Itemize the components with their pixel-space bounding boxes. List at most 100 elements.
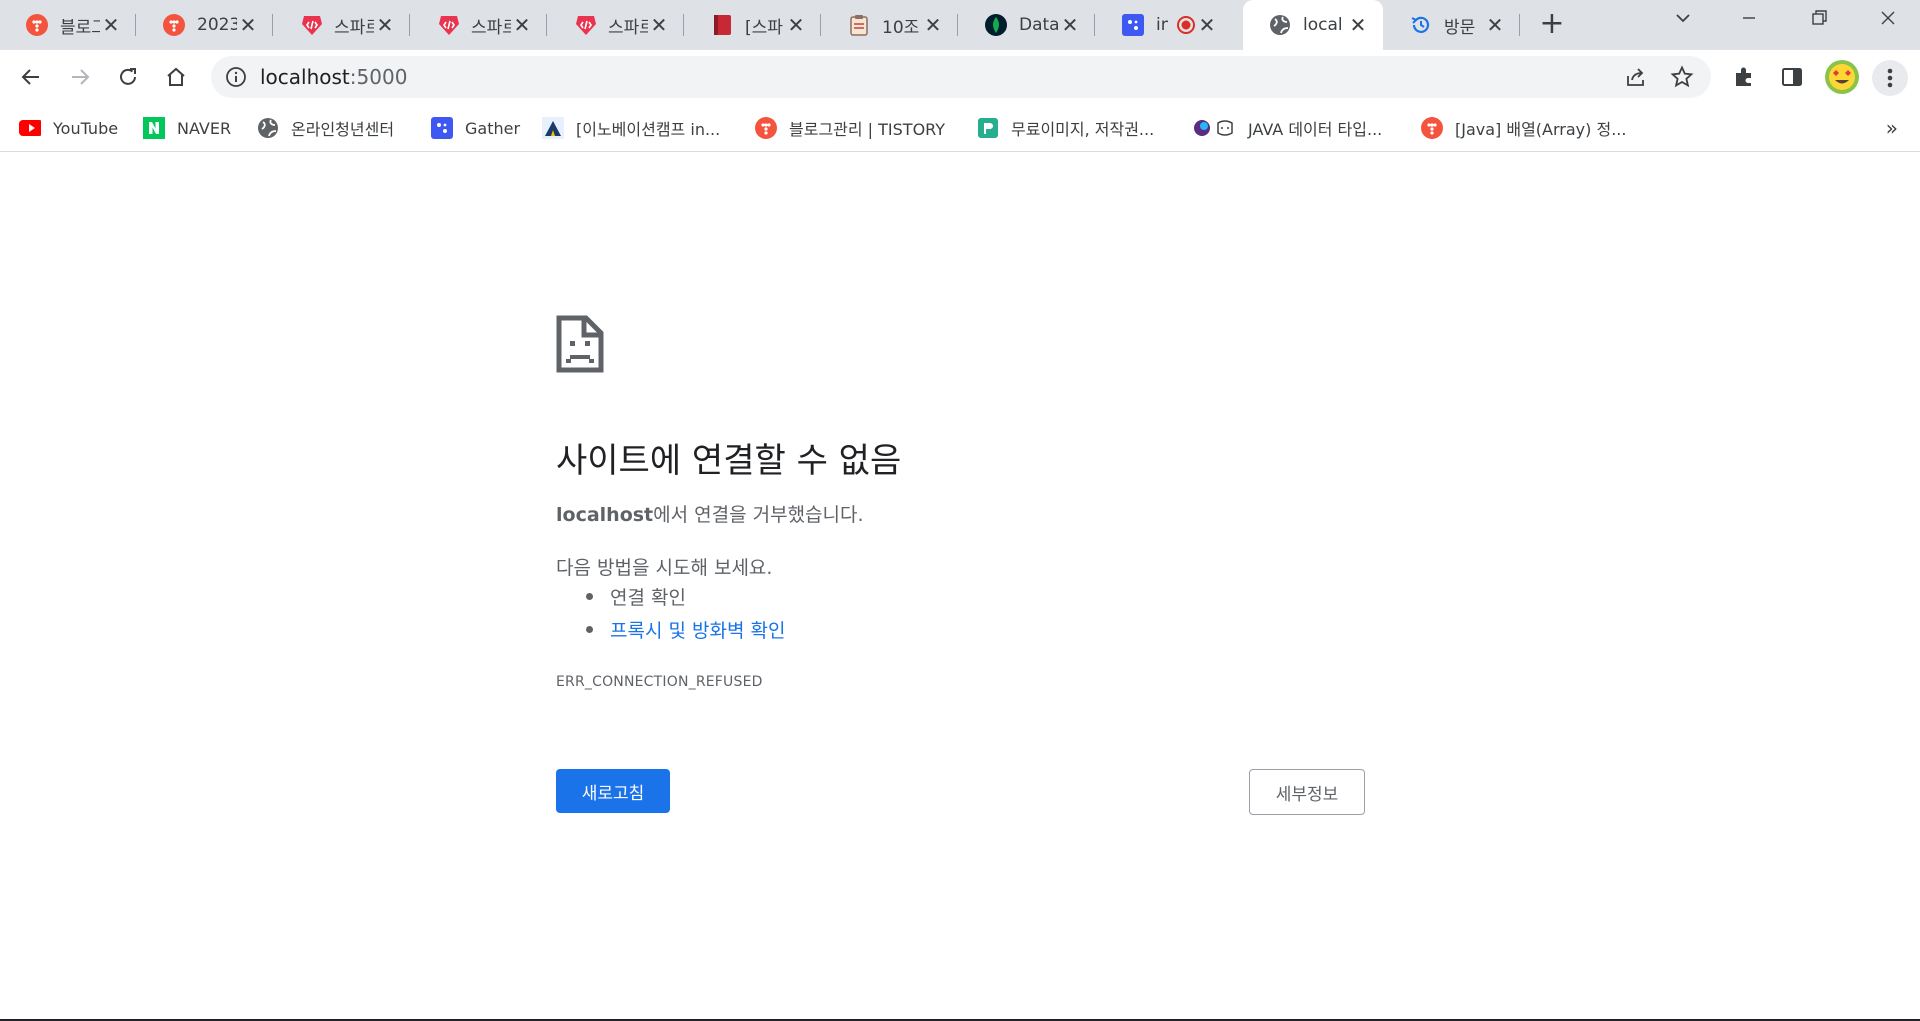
bookmark-innovation-camp[interactable]: [이노베이션캠프 in... [542, 114, 720, 142]
tab-sparta-3[interactable]: 스파르 ✕ [548, 0, 684, 50]
bookmark-label: [Java] 배열(Array) 정... [1455, 120, 1627, 139]
bookmark-youtube[interactable]: YouTube [19, 114, 118, 142]
home-icon[interactable] [159, 60, 193, 94]
close-icon[interactable]: ✕ [100, 14, 122, 36]
forward-icon[interactable] [63, 60, 97, 94]
mongodb-icon [985, 14, 1007, 36]
back-icon[interactable] [14, 60, 48, 94]
sparta-icon [574, 14, 596, 36]
tab-separator [135, 14, 136, 36]
suggestions-list: 연결 확인 프록시 및 방화벽 확인 [580, 583, 785, 649]
close-icon[interactable]: ✕ [1484, 14, 1506, 36]
tab-data[interactable]: Data ✕ [959, 0, 1095, 50]
bookmarks-bar: YouTube NAVER 온라인청년센터 Gather [이노베이션캠프 in… [0, 104, 1920, 152]
tab-localhost[interactable]: localh ✕ [1243, 0, 1383, 50]
close-icon[interactable]: ✕ [1059, 14, 1081, 36]
tab-separator [546, 14, 547, 36]
info-icon[interactable] [225, 66, 247, 88]
bookmark-label: 온라인청년센터 [291, 120, 395, 139]
globe-icon [257, 117, 279, 139]
suggestions-heading: 다음 방법을 시도해 보세요. [556, 557, 773, 579]
address-bar[interactable]: localhost:5000 [211, 56, 1711, 98]
tab-sparta-book[interactable]: [스파 ✕ [685, 0, 821, 50]
menu-icon[interactable] [1872, 60, 1908, 96]
tab-strip: 블로그 ✕ 2023 ✕ 스파르 ✕ 스파르 ✕ 스파르 ✕ [스파 ✕ 10조… [0, 0, 1920, 50]
tistory-icon [26, 14, 48, 36]
close-icon[interactable]: ✕ [1347, 14, 1369, 36]
globe-icon [1269, 14, 1291, 36]
side-panel-icon[interactable] [1775, 60, 1809, 94]
bookmarks-overflow-button[interactable]: » [1886, 116, 1898, 140]
sparta-icon [300, 14, 322, 36]
bookmark-youth-center[interactable]: 온라인청년센터 [257, 114, 394, 142]
tab-title: 10조 [882, 17, 920, 38]
tab-title: [스파 [745, 17, 783, 38]
recording-icon [1176, 15, 1196, 35]
tab-separator [683, 14, 684, 36]
restore-icon[interactable] [1799, 5, 1839, 37]
sparta-icon [437, 14, 459, 36]
tab-sparta-1[interactable]: 스파르 ✕ [274, 0, 410, 50]
close-icon[interactable]: ✕ [374, 14, 396, 36]
clipboard-icon [848, 14, 870, 36]
tab-title: 2023 [197, 15, 237, 35]
tab-separator [820, 14, 821, 36]
camp-icon [542, 117, 564, 139]
avatar[interactable] [1823, 58, 1861, 96]
new-tab-button[interactable]: + [1537, 9, 1567, 40]
gather-icon [1122, 14, 1144, 36]
bookmark-label: NAVER [177, 118, 232, 138]
bookmark-naver[interactable]: NAVER [143, 114, 231, 142]
tab-title: 스파르 [334, 17, 374, 38]
velog-icon [1192, 117, 1236, 139]
error-summary-text: 에서 연결을 거부했습니다. [653, 504, 864, 526]
bookmark-tistory-admin[interactable]: 블로그관리 | TISTORY [755, 114, 945, 142]
url-port: :5000 [349, 65, 408, 89]
error-host: localhost [556, 504, 654, 526]
tab-blog[interactable]: 블로그 ✕ [0, 0, 136, 50]
close-icon[interactable]: ✕ [648, 14, 670, 36]
reload-button[interactable]: 새로고침 [556, 769, 670, 813]
minimize-icon[interactable] [1729, 5, 1769, 37]
tab-search-icon[interactable] [1663, 5, 1703, 37]
bookmark-label: Gather [465, 118, 521, 138]
close-icon[interactable]: ✕ [237, 14, 259, 36]
details-button[interactable]: 세부정보 [1249, 769, 1365, 815]
url-text[interactable]: localhost:5000 [260, 65, 407, 89]
bookmark-star-icon[interactable] [1669, 64, 1695, 90]
error-code: ERR_CONNECTION_REFUSED [556, 674, 763, 690]
tab-sparta-2[interactable]: 스파르 ✕ [411, 0, 547, 50]
history-icon [1410, 14, 1432, 36]
url-host: localhost [260, 65, 350, 89]
tab-separator [409, 14, 410, 36]
bookmark-java-types[interactable]: JAVA 데이터 타입... [1192, 114, 1382, 142]
tab-10jo[interactable]: 10조 ✕ [822, 0, 958, 50]
tab-history[interactable]: 방문 ✕ [1384, 0, 1520, 50]
close-icon[interactable]: ✕ [922, 14, 944, 36]
tab-gather[interactable]: in ✕ [1096, 0, 1232, 50]
error-page: 사이트에 연결할 수 없음 localhost에서 연결을 거부했습니다. 다음… [0, 153, 1920, 1021]
bookmark-label: JAVA 데이터 타입... [1248, 120, 1383, 139]
close-icon[interactable]: ✕ [511, 14, 533, 36]
toolbar: localhost:5000 [0, 50, 1920, 104]
close-window-icon[interactable] [1868, 5, 1908, 37]
bookmark-label: 블로그관리 | TISTORY [789, 120, 946, 139]
image-icon [977, 117, 999, 139]
extensions-icon[interactable] [1727, 60, 1761, 94]
tab-separator [272, 14, 273, 36]
bookmark-label: [이노베이션캠프 in... [576, 120, 721, 139]
tistory-icon [755, 117, 777, 139]
suggestion-proxy-firewall-link[interactable]: 프록시 및 방화벽 확인 [580, 616, 785, 649]
reload-icon[interactable] [111, 60, 145, 94]
bookmark-java-array[interactable]: [Java] 배열(Array) 정... [1421, 114, 1626, 142]
share-icon[interactable] [1623, 64, 1649, 90]
tab-title: in [1156, 15, 1168, 35]
bookmark-gather[interactable]: Gather [431, 114, 520, 142]
close-icon[interactable]: ✕ [785, 14, 807, 36]
bookmark-free-images[interactable]: 무료이미지, 저작권... [977, 114, 1154, 142]
close-icon[interactable]: ✕ [1196, 14, 1218, 36]
tab-title: Data [1019, 15, 1059, 35]
tab-title: 방문 [1444, 17, 1476, 38]
youtube-icon [19, 117, 41, 139]
tab-2023[interactable]: 2023 ✕ [137, 0, 273, 50]
